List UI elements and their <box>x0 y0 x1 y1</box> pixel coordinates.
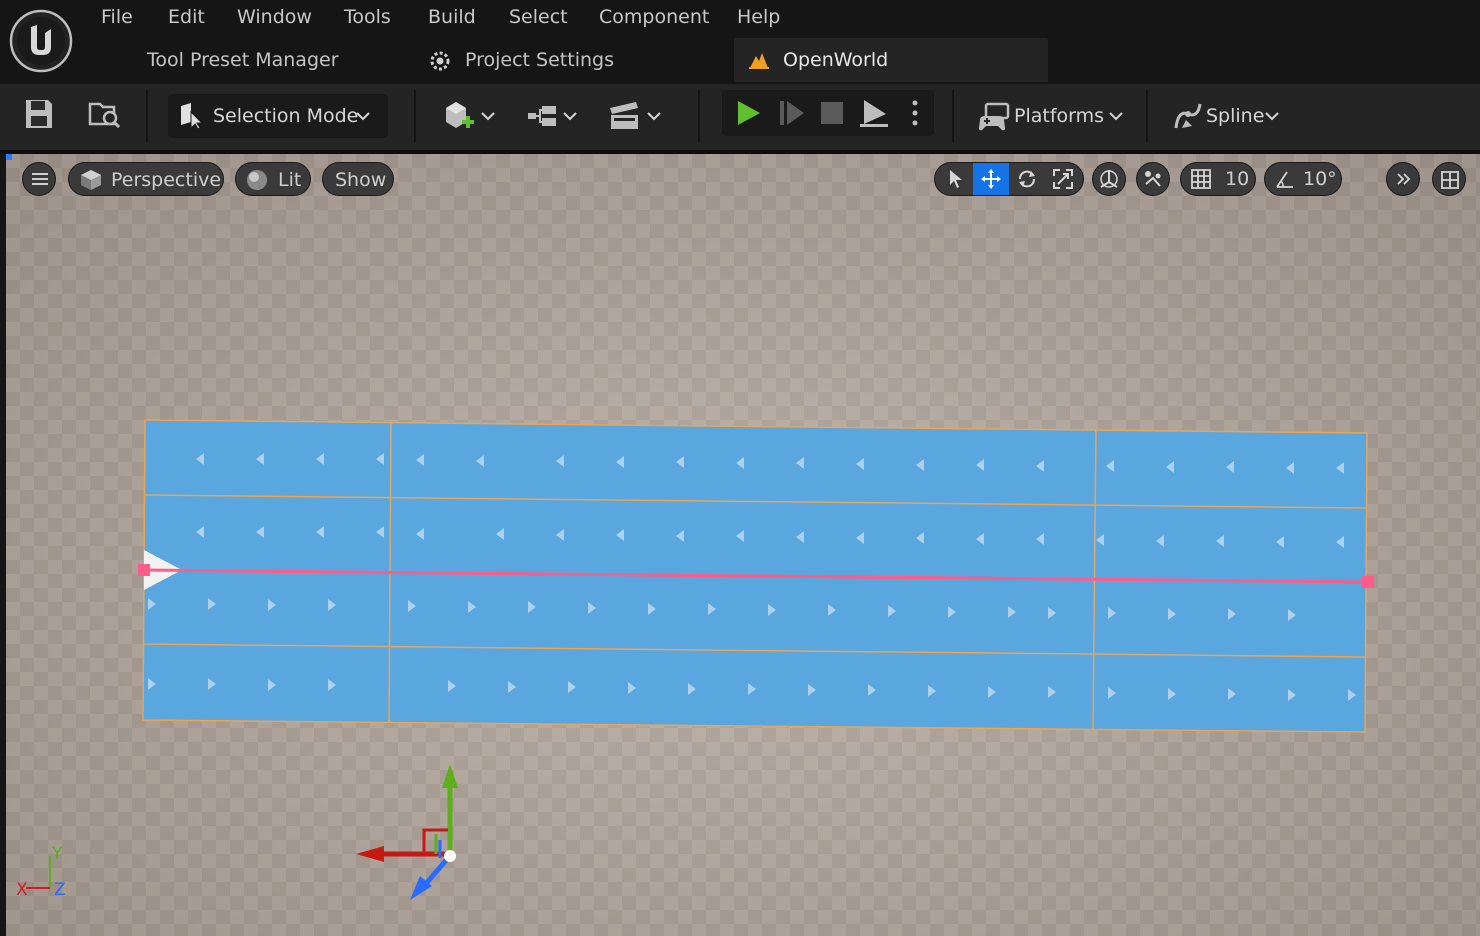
blueprints-button[interactable] <box>524 94 582 138</box>
tab-project-settings[interactable]: Project Settings <box>424 38 724 82</box>
lit-label: Lit <box>278 169 302 191</box>
menu-file[interactable]: File <box>101 4 133 30</box>
viewport-focus-indicator <box>6 154 12 160</box>
rotate-tool[interactable] <box>1009 163 1045 195</box>
axis-z-label: Z <box>54 880 66 900</box>
menu-component[interactable]: Component <box>599 4 709 30</box>
menu-tools[interactable]: Tools <box>344 4 391 30</box>
menu-help[interactable]: Help <box>737 4 780 30</box>
grid-size-value: 10 <box>1225 168 1250 190</box>
toolbar-separator <box>1146 90 1148 142</box>
selection-mode-dropdown[interactable]: Selection Mode <box>168 94 388 138</box>
spline-dropdown[interactable]: Spline <box>1170 94 1284 138</box>
toolbar-separator <box>146 90 148 142</box>
viewport-layout-button[interactable] <box>1432 162 1466 196</box>
rotation-snap-value: 10° <box>1303 168 1337 190</box>
play-icon[interactable] <box>734 99 762 127</box>
level-viewport[interactable]: Y X Z Perspective Lit Show 10 10° <box>6 154 1480 936</box>
grid-snap-button[interactable]: 10 <box>1180 162 1256 196</box>
platforms-dropdown[interactable]: Platforms <box>976 94 1126 138</box>
tab-openworld[interactable]: OpenWorld <box>734 38 1048 82</box>
angle-icon <box>1276 171 1293 188</box>
menu-build[interactable]: Build <box>428 4 476 30</box>
grid-icon <box>1191 169 1211 189</box>
scale-icon <box>1053 169 1073 189</box>
cinematics-button[interactable] <box>606 94 666 138</box>
double-chevron-right-icon <box>1397 173 1411 185</box>
spline-point-start[interactable] <box>138 564 150 576</box>
chevron-down-icon <box>481 112 495 121</box>
layout-icon <box>1441 171 1459 189</box>
toolbar-separator <box>414 90 416 142</box>
save-icon[interactable] <box>24 98 54 130</box>
move-tool[interactable] <box>973 163 1009 195</box>
clapperboard-icon <box>610 102 638 129</box>
expand-toolbar-button[interactable] <box>1386 162 1420 196</box>
spline-point-end[interactable] <box>1362 576 1374 588</box>
eject-icon[interactable] <box>858 98 890 128</box>
title-bar: File Edit Window Tools Build Select Comp… <box>0 0 1480 84</box>
chevron-down-icon <box>1265 112 1279 121</box>
show-dropdown[interactable]: Show <box>322 162 394 196</box>
spline-label: Spline <box>1206 105 1265 127</box>
gamepad-icon <box>979 102 1010 131</box>
perspective-label: Perspective <box>111 169 222 191</box>
toolbar-separator <box>698 90 700 142</box>
add-actor-button[interactable] <box>440 94 498 138</box>
move-arrows-icon <box>981 169 1001 189</box>
viewport-menu-button[interactable] <box>22 162 56 196</box>
rotation-snap-button[interactable]: 10° <box>1264 162 1342 196</box>
play-controls <box>722 90 934 136</box>
add-actor-icon <box>446 102 474 128</box>
transform-gizmo[interactable] <box>350 760 480 906</box>
coordinate-space-button[interactable] <box>1092 162 1126 196</box>
chevron-down-icon <box>356 112 370 121</box>
menu-edit[interactable]: Edit <box>168 4 205 30</box>
step-icon[interactable] <box>778 99 806 127</box>
content-browser-icon[interactable] <box>88 98 122 130</box>
cursor-icon <box>181 103 204 130</box>
vertical-ellipsis-icon[interactable] <box>908 99 922 127</box>
lit-sphere-icon <box>247 170 267 190</box>
tab-openworld-label: OpenWorld <box>783 49 889 71</box>
menu-select[interactable]: Select <box>509 4 568 30</box>
perspective-dropdown[interactable]: Perspective <box>68 162 224 196</box>
tab-tool-preset-manager[interactable]: Tool Preset Manager <box>147 38 339 82</box>
tab-project-settings-label: Project Settings <box>465 49 614 71</box>
rotate-icon <box>1019 170 1035 188</box>
surface-snap-icon <box>1145 171 1161 187</box>
toolbar-separator <box>952 90 954 142</box>
show-label: Show <box>335 169 387 191</box>
transform-tools <box>934 162 1084 196</box>
axis-x-label: X <box>16 880 28 900</box>
unreal-logo-icon[interactable] <box>9 9 73 73</box>
scale-tool[interactable] <box>1045 163 1081 195</box>
cube-icon <box>81 170 101 190</box>
axis-y-label: Y <box>52 844 63 864</box>
arrow-cursor-icon <box>950 170 962 188</box>
menu-window[interactable]: Window <box>237 4 312 30</box>
world-axes-icon <box>1100 170 1118 188</box>
surface-snapping-button[interactable] <box>1136 162 1170 196</box>
selection-mode-label: Selection Mode <box>213 105 359 127</box>
stop-icon[interactable] <box>820 101 844 125</box>
chevron-down-icon <box>563 112 577 121</box>
settings-gear-icon <box>430 51 450 71</box>
spline-icon <box>1174 103 1202 129</box>
chevron-down-icon <box>1109 112 1123 121</box>
level-icon <box>749 53 769 69</box>
lit-dropdown[interactable]: Lit <box>235 162 311 196</box>
select-tool[interactable] <box>937 163 973 195</box>
chevron-down-icon <box>647 112 661 121</box>
spline-path[interactable] <box>6 154 1480 936</box>
platforms-label: Platforms <box>1014 105 1105 127</box>
blueprint-icon <box>528 106 556 126</box>
hamburger-icon <box>32 173 48 185</box>
